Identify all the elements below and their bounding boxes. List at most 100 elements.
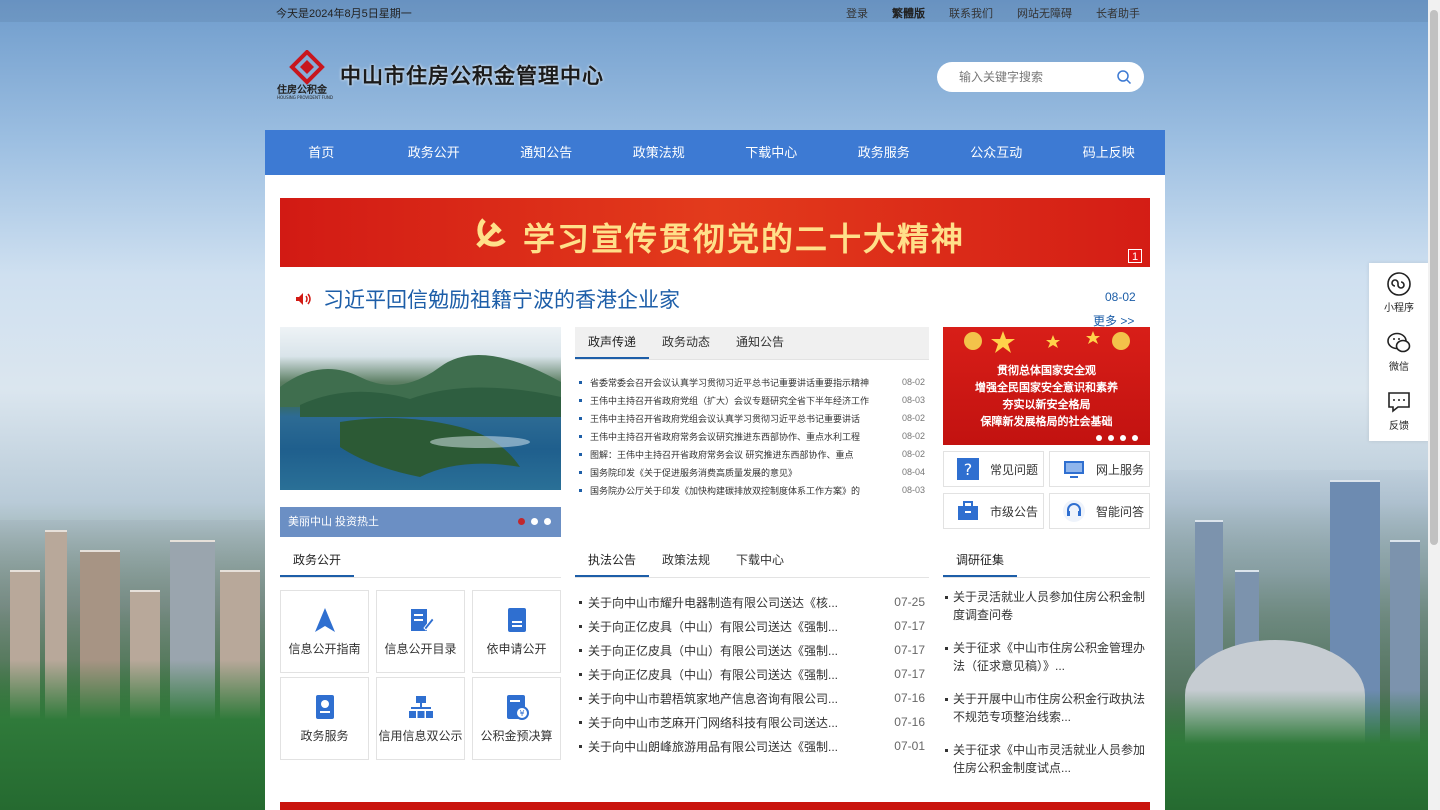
- list-item[interactable]: 关于向正亿皮具（中山）有限公司送达《强制... 07-17: [579, 638, 925, 662]
- list-item[interactable]: 省委常委会召开会议认真学习贯彻习近平总书记重要讲话重要指示精神 08-02: [579, 373, 925, 391]
- credit-info-item[interactable]: 信用信息双公示: [376, 677, 465, 760]
- news-list: 省委常委会召开会议认真学习贯彻习近平总书记重要讲话重要指示精神 08-02 王伟中…: [579, 373, 925, 499]
- mini-program-button[interactable]: 小程序: [1369, 263, 1429, 322]
- banner-text: 学习宣传贯彻党的二十大精神: [523, 220, 966, 258]
- headline-date: 08-02: [1105, 290, 1136, 304]
- news-tabs: 政声传递 政务动态 通知公告: [575, 327, 929, 360]
- survey-list: 关于灵活就业人员参加住房公积金制度调查问卷 关于征求《中山市住房公积金管理办法（…: [943, 588, 1150, 792]
- list-item[interactable]: 关于向中山朗峰旅游用品有限公司送达《强制... 07-01: [579, 734, 925, 758]
- list-item[interactable]: 关于向中山市芝麻开门网络科技有限公司送达... 07-16: [579, 710, 925, 734]
- smart-qa-button[interactable]: 智能问答: [1049, 493, 1150, 529]
- enforcement-list: 关于向中山市耀升电器制造有限公司送达《核... 07-25 关于向正亿皮具（中山）…: [579, 590, 925, 758]
- navigation-icon: [314, 608, 335, 632]
- survey-tabs: 调研征集: [943, 545, 1150, 578]
- scenery-photo[interactable]: [280, 327, 561, 490]
- list-item[interactable]: 关于征求《中山市住房公积金管理办法（征求意见稿）》...: [943, 639, 1150, 675]
- nav-downloads[interactable]: 下载中心: [715, 130, 828, 175]
- tab-government-news[interactable]: 政务动态: [649, 327, 723, 359]
- contact-link[interactable]: 联系我们: [949, 5, 993, 21]
- law-tabs: 执法公告 政策法规 下载中心: [575, 545, 929, 578]
- national-security-banner[interactable]: 贯彻总体国家安全观 增强全民国家安全意识和素养 夯实以新安全格局 保障新发展格局…: [943, 327, 1150, 445]
- carousel-dot[interactable]: [531, 518, 538, 525]
- carousel-dots: [518, 518, 551, 525]
- tab-policies[interactable]: 政策法规: [649, 545, 723, 577]
- carousel-dot[interactable]: [1120, 435, 1126, 441]
- elder-assistant-link[interactable]: 长者助手: [1096, 5, 1140, 21]
- gov-guide-item[interactable]: 信息公开指南: [280, 590, 369, 673]
- svg-text:?: ?: [964, 460, 973, 479]
- carousel-dot[interactable]: [1132, 435, 1138, 441]
- banner-page-indicator[interactable]: 1: [1128, 249, 1142, 263]
- list-item[interactable]: 王伟中主持召开省政府常务会议研究推进东西部协作、重点水利工程 08-02: [579, 427, 925, 445]
- current-date: 今天是2024年8月5日星期一: [276, 8, 412, 20]
- list-item[interactable]: 国务院印发《关于促进服务消费高质量发展的意见》 08-04: [579, 463, 925, 481]
- lake-mountain-image: [280, 355, 561, 477]
- housing-fund-logo-icon: 住房公积金 HOUSING PROVIDENT FUND: [276, 49, 338, 100]
- tab-downloads[interactable]: 下载中心: [723, 545, 797, 577]
- feedback-chat-icon: [1388, 392, 1410, 413]
- tab-government-voice[interactable]: 政声传递: [575, 327, 650, 359]
- list-item[interactable]: 王伟中主持召开省政府党组会议认真学习贯彻习近平总书记重要讲话 08-02: [579, 409, 925, 427]
- search-icon[interactable]: [1116, 69, 1132, 85]
- city-notice-button[interactable]: 市级公告: [943, 493, 1044, 529]
- site-logo[interactable]: 住房公积金 HOUSING PROVIDENT FUND 中山市住房公积金管理中…: [276, 49, 604, 100]
- accessibility-link[interactable]: 网站无障碍: [1017, 5, 1072, 21]
- logo-caption-en: HOUSING PROVIDENT FUND: [277, 95, 333, 100]
- gov-service-item[interactable]: 政务服务: [280, 677, 369, 760]
- nav-home[interactable]: 首页: [265, 130, 378, 175]
- security-text: 贯彻总体国家安全观 增强全民国家安全意识和素养 夯实以新安全格局 保障新发展格局…: [975, 365, 1118, 428]
- nav-services[interactable]: 政务服务: [828, 130, 941, 175]
- list-item[interactable]: 关于向中山市碧梧筑家地产信息咨询有限公司... 07-16: [579, 686, 925, 710]
- list-item[interactable]: 国务院办公厅关于印发《加快构建碳排放双控制度体系工作方案》的 08-03: [579, 481, 925, 499]
- carousel-dot[interactable]: [518, 518, 525, 525]
- feedback-button[interactable]: 反馈: [1369, 381, 1429, 440]
- list-item[interactable]: 王伟中主持召开省政府党组（扩大）会议专题研究全省下半年经济工作 08-03: [579, 391, 925, 409]
- gov-service-grid: 信息公开指南 信息公开目录 依申请公开 政务服务 信用信息双公示 ¥ 公积金预决…: [280, 590, 561, 760]
- traditional-chinese-link[interactable]: 繁體版: [892, 5, 925, 21]
- monitor-icon: [1064, 461, 1084, 478]
- carousel-dots: [1096, 435, 1138, 441]
- carousel-dot[interactable]: [1108, 435, 1114, 441]
- faq-button[interactable]: ? 常见问题: [943, 451, 1044, 487]
- speaker-icon: [296, 293, 311, 305]
- headline-title[interactable]: 习近平回信勉励祖籍宁波的香港企业家: [323, 284, 680, 314]
- nav-policies[interactable]: 政策法规: [603, 130, 716, 175]
- tab-survey[interactable]: 调研征集: [943, 545, 1018, 577]
- list-item[interactable]: 关于向正亿皮具（中山）有限公司送达《强制... 07-17: [579, 614, 925, 638]
- top-bar: 今天是2024年8月5日星期一 登录 繁體版 联系我们 网站无障碍 长者助手: [0, 0, 1428, 22]
- photo-caption-bar: 美丽中山 投资热土: [280, 507, 561, 537]
- tab-gov-public[interactable]: 政务公开: [280, 545, 355, 577]
- party-banner[interactable]: 学习宣传贯彻党的二十大精神 1: [280, 198, 1150, 267]
- gov-apply-item[interactable]: 依申请公开: [472, 590, 561, 673]
- tab-enforcement-notice[interactable]: 执法公告: [575, 545, 650, 577]
- scrollbar-thumb[interactable]: [1430, 10, 1438, 545]
- gov-catalog-item[interactable]: 信息公开目录: [376, 590, 465, 673]
- flag-stars-icon: [964, 331, 1130, 353]
- mini-program-icon: [1387, 272, 1411, 296]
- page-scrollbar[interactable]: [1428, 0, 1440, 810]
- nav-notices[interactable]: 通知公告: [490, 130, 603, 175]
- list-item[interactable]: 关于灵活就业人员参加住房公积金制度调查问卷: [943, 588, 1150, 624]
- list-item[interactable]: 关于向正亿皮具（中山）有限公司送达《强制... 07-17: [579, 662, 925, 686]
- background-city-left: [0, 520, 265, 810]
- carousel-dot[interactable]: [544, 518, 551, 525]
- photo-caption: 美丽中山 投资热土: [288, 516, 380, 528]
- hammer-sickle-icon: [476, 218, 506, 248]
- wechat-button[interactable]: 微信: [1369, 322, 1429, 381]
- list-item[interactable]: 关于向中山市耀升电器制造有限公司送达《核... 07-25: [579, 590, 925, 614]
- fund-budget-item[interactable]: ¥ 公积金预决算: [472, 677, 561, 760]
- nav-interaction[interactable]: 公众互动: [940, 130, 1053, 175]
- search-input[interactable]: [959, 70, 1109, 84]
- bottom-red-banner: [280, 802, 1150, 810]
- online-service-button[interactable]: 网上服务: [1049, 451, 1150, 487]
- login-link[interactable]: 登录: [846, 5, 868, 21]
- nav-feedback-code[interactable]: 码上反映: [1053, 130, 1166, 175]
- edit-document-icon: [410, 609, 434, 631]
- list-item[interactable]: 关于开展中山市住房公积金行政执法不规范专项整治线索...: [943, 690, 1150, 726]
- tab-notices[interactable]: 通知公告: [723, 327, 797, 359]
- background-city-right: [1165, 470, 1440, 810]
- carousel-dot[interactable]: [1096, 435, 1102, 441]
- list-item[interactable]: 关于征求《中山市灵活就业人员参加住房公积金制度试点...: [943, 741, 1150, 777]
- list-item[interactable]: 图解：王伟中主持召开省政府常务会议 研究推进东西部协作、重点 08-02: [579, 445, 925, 463]
- nav-government-affairs[interactable]: 政务公开: [378, 130, 491, 175]
